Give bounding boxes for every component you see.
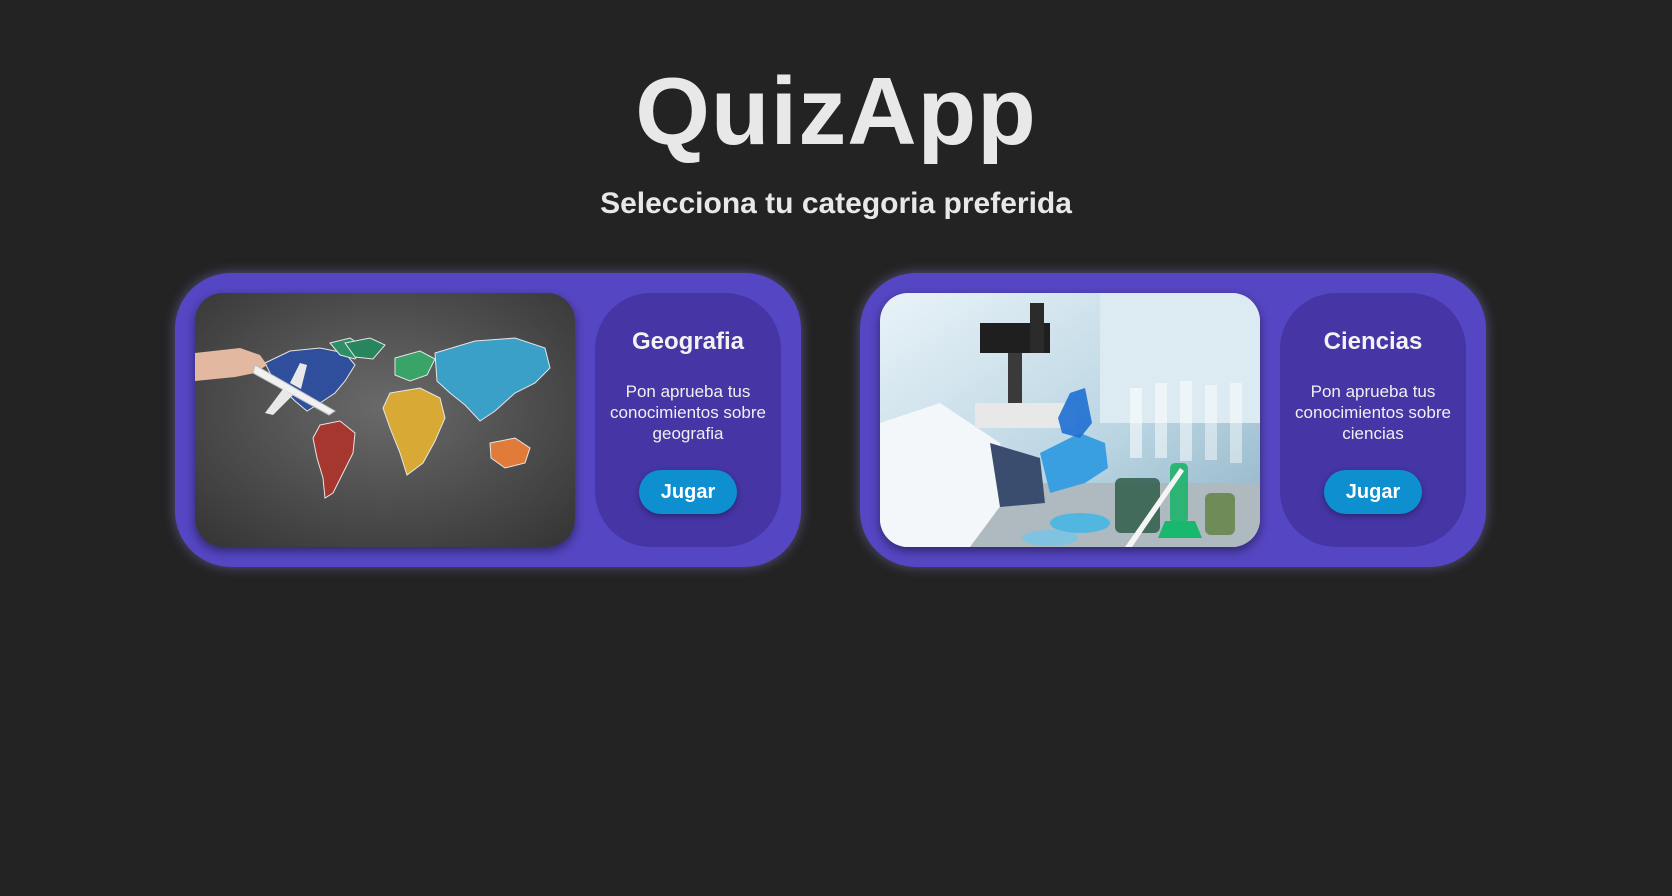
category-info-panel: Geografia Pon aprueba tus conocimientos … — [595, 293, 781, 547]
page-subtitle: Selecciona tu categoria preferida — [600, 187, 1072, 220]
play-button-geografia[interactable]: Jugar — [639, 470, 737, 514]
science-lab-image — [880, 293, 1260, 547]
category-title: Geografia — [631, 328, 745, 355]
category-description: Pon aprueba tus conocimientos sobre geog… — [610, 382, 766, 443]
category-title: Ciencias — [1323, 328, 1423, 355]
category-description: Pon aprueba tus conocimientos sobre cien… — [1295, 382, 1451, 443]
category-card-geografia: Geografia Pon aprueba tus conocimientos … — [175, 273, 801, 567]
world-map-chalkboard-image — [195, 293, 575, 547]
play-button-ciencias[interactable]: Jugar — [1324, 470, 1422, 514]
category-card-ciencias: Ciencias Pon aprueba tus conocimientos s… — [860, 273, 1486, 567]
app-title: QuizApp — [635, 58, 1037, 165]
category-info-panel: Ciencias Pon aprueba tus conocimientos s… — [1280, 293, 1466, 547]
